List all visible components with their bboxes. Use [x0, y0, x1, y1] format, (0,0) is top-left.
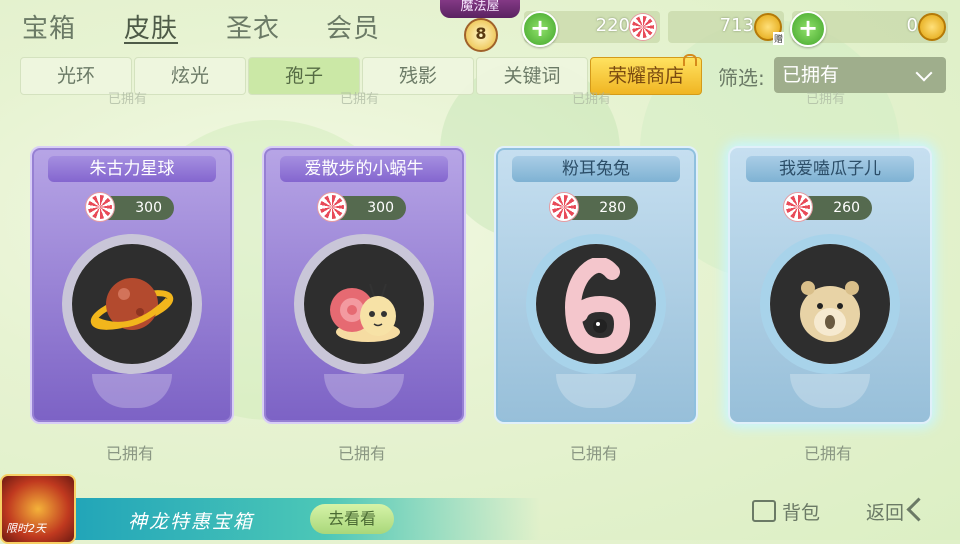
item-card[interactable]: 我爱嗑瓜子儿 260 — [728, 146, 932, 424]
hamster-icon — [800, 281, 860, 342]
tab-skins[interactable]: 皮肤 — [124, 8, 178, 45]
candy-icon — [784, 193, 812, 221]
owned-status: 已拥有 — [803, 444, 852, 463]
filter-label: 筛选: — [718, 66, 765, 90]
subtab-glare[interactable]: 炫光 — [134, 57, 246, 95]
add-candy-button[interactable]: + — [522, 11, 558, 47]
coin-currency: 713 赠 — [668, 11, 784, 45]
backpack-label: 背包 — [782, 502, 821, 524]
tab-membership[interactable]: 会员 — [326, 8, 380, 45]
magic-shop-title: 魔法屋 — [440, 0, 520, 18]
back-button[interactable]: 返回 — [866, 497, 931, 525]
owned-status: 已拥有 — [105, 444, 154, 463]
magic-shop-level: 8 — [464, 18, 498, 52]
rabbit-six-icon — [565, 258, 630, 354]
ghost-owned-label: 已拥有 — [572, 92, 612, 107]
coin-amount: 713 — [719, 15, 754, 36]
card-ornament — [324, 374, 404, 408]
top-bar: 宝箱 皮肤 圣衣 会员 魔法屋 8 220 + 713 赠 0 + — [0, 0, 960, 56]
owned-status: 已拥有 — [337, 444, 386, 463]
item-name: 粉耳兔兔 — [512, 156, 680, 182]
card-ornament — [790, 374, 870, 408]
add-gold-button[interactable]: + — [790, 11, 826, 47]
magic-shop-button[interactable]: 魔法屋 8 — [428, 0, 532, 52]
back-label: 返回 — [866, 502, 905, 524]
owned-status: 已拥有 — [569, 444, 618, 463]
item-price: 300 — [86, 193, 174, 221]
ghost-owned-label: 已拥有 — [340, 92, 380, 107]
chevron-down-icon — [915, 64, 933, 82]
candy-icon — [550, 193, 578, 221]
item-card[interactable]: 粉耳兔兔 280 — [494, 146, 698, 424]
candy-icon — [630, 14, 656, 40]
gold-amount: 0 — [906, 15, 918, 36]
gift-badge: 赠 — [772, 32, 784, 45]
ghost-owned-label: 已拥有 — [806, 92, 846, 107]
lock-icon — [683, 54, 697, 66]
candy-icon — [86, 193, 114, 221]
card-ornament — [556, 374, 636, 408]
item-card[interactable]: 朱古力星球 300 — [30, 146, 234, 424]
tab-treasure[interactable]: 宝箱 — [22, 8, 76, 45]
tab-holy-armor[interactable]: 圣衣 — [226, 8, 280, 45]
backpack-button[interactable]: 背包 — [752, 498, 820, 525]
filter-dropdown[interactable]: 已拥有 — [774, 57, 946, 93]
candy-icon — [318, 193, 346, 221]
item-price: 300 — [318, 193, 406, 221]
back-arrow-icon — [906, 497, 931, 522]
snail-icon — [330, 283, 400, 342]
item-name: 我爱嗑瓜子儿 — [746, 156, 914, 182]
card-ornament — [92, 374, 172, 408]
planet-icon — [90, 278, 174, 330]
item-name: 朱古力星球 — [48, 156, 216, 182]
gold-coin-icon — [918, 13, 946, 41]
coin-icon: 赠 — [754, 13, 784, 45]
item-name: 爱散步的小蜗牛 — [280, 156, 448, 182]
ghost-owned-label: 已拥有 — [108, 92, 148, 107]
item-price: 260 — [784, 193, 872, 221]
item-card[interactable]: 爱散步的小蜗牛 300 — [262, 146, 466, 424]
go-see-button[interactable]: 去看看 — [310, 504, 394, 534]
backpack-icon — [752, 500, 776, 522]
promo-title: 神龙特惠宝箱 — [128, 511, 255, 533]
honor-shop-label: 荣耀商店 — [607, 65, 684, 87]
limited-time-label: 限时2天 — [6, 522, 46, 535]
candy-amount: 220 — [595, 15, 630, 36]
item-price: 280 — [550, 193, 638, 221]
